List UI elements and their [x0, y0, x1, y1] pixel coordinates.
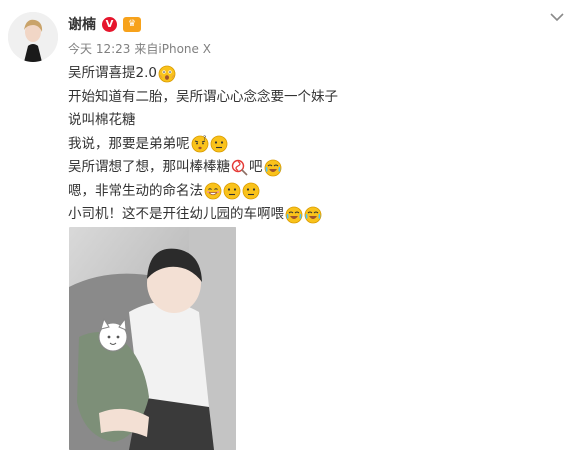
vip-badge-icon: ♛ [123, 16, 141, 32]
name-row: 谢楠 V ♛ [68, 14, 141, 34]
speechless-emoji-icon [242, 182, 260, 200]
chevron-down-icon[interactable] [548, 10, 566, 24]
post-text-line: 吴所谓喜提2.0 [68, 62, 548, 86]
line-text-tail: 吧 [249, 159, 263, 175]
post-text-line: 嗯，非常生动的命名法 [68, 180, 548, 204]
line-text: 说叫棉花糖 [68, 112, 136, 128]
grin-emoji-icon [204, 182, 222, 200]
post-text-line: 小司机！这不是开往幼儿园的车啊喂 [68, 203, 548, 227]
post-meta: 今天 12:23 来自iPhone X [68, 40, 211, 57]
confused-emoji-icon: ? [191, 135, 209, 153]
lollipop-icon [231, 159, 249, 177]
line-text: 我说，那要是弟弟呢 [68, 135, 190, 152]
post-source: 来自iPhone X [134, 42, 211, 56]
speechless-emoji-icon [223, 182, 241, 200]
post-text-line: 吴所谓想了想，那叫棒棒糖 吧 [68, 156, 548, 180]
line-text: 吴所谓想了想，那叫棒棒糖 [68, 159, 230, 175]
svg-text:?: ? [203, 135, 206, 142]
post-time[interactable]: 今天 12:23 [68, 40, 130, 57]
post-photo[interactable] [69, 227, 236, 450]
laugh-cry-emoji-icon [285, 206, 303, 224]
username[interactable]: 谢楠 [68, 14, 96, 34]
line-text: 开始知道有二胎，吴所谓心心念念要一个妹子 [68, 88, 338, 105]
post-content: 吴所谓喜提2.0 开始知道有二胎，吴所谓心心念念要一个妹子 说叫棉花糖我说，那要是弟… [68, 62, 548, 227]
laugh-cry-emoji-icon [264, 159, 282, 177]
post-text-line: 开始知道有二胎，吴所谓心心念念要一个妹子 [68, 86, 548, 110]
line-text: 嗯，非常生动的命名法 [68, 182, 203, 199]
line-text: 小司机！这不是开往幼儿园的车啊喂 [68, 206, 284, 222]
avatar[interactable] [8, 12, 58, 62]
laugh-cry-emoji-icon [304, 206, 322, 224]
verified-badge-icon: V [102, 16, 117, 32]
post-text-line: 说叫棉花糖 [68, 109, 548, 133]
line-text: 吴所谓喜提2.0 [68, 65, 157, 81]
shocked-emoji-icon [158, 65, 176, 83]
post-text-line: 我说，那要是弟弟呢? [68, 133, 548, 157]
speechless-emoji-icon [210, 135, 228, 153]
